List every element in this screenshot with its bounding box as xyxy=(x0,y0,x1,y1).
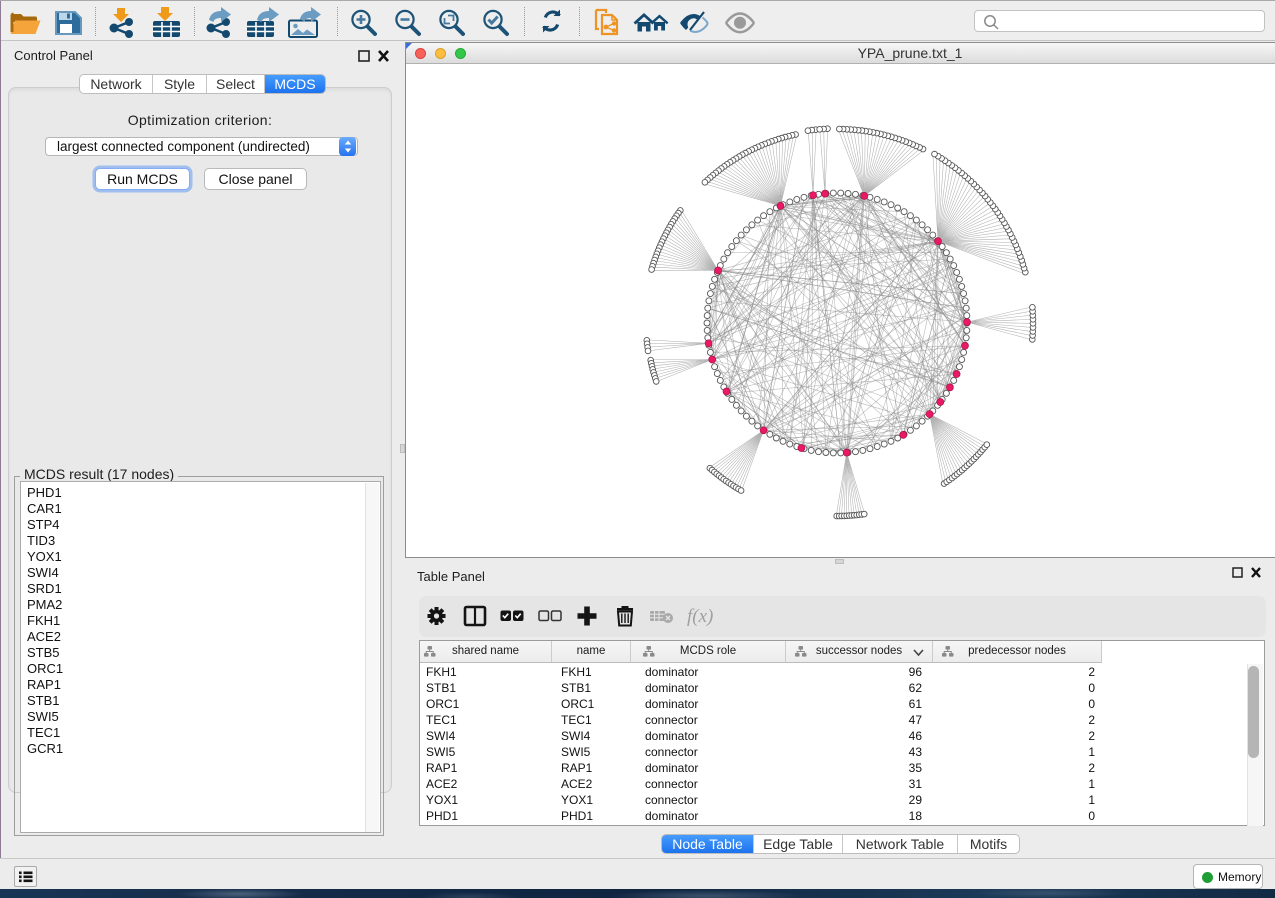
svg-text:f(x): f(x) xyxy=(687,606,713,627)
